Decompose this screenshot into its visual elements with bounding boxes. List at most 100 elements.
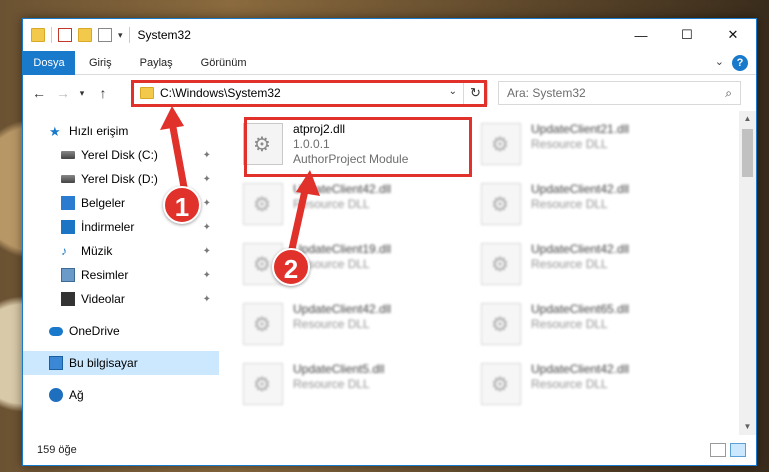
dll-file-icon xyxy=(243,183,283,225)
new-folder-icon[interactable] xyxy=(78,28,92,42)
nav-item-music[interactable]: ♪ Müzik ✦ xyxy=(23,239,219,263)
file-description: Resource DLL xyxy=(531,377,608,391)
back-icon[interactable]: ← xyxy=(31,85,47,101)
drive-icon xyxy=(61,151,75,159)
file-item[interactable]: UpdateClient42.dll Resource DLL xyxy=(481,357,711,413)
pin-icon[interactable]: ✦ xyxy=(203,270,211,281)
file-item[interactable]: UpdateClient21.dll Resource DLL xyxy=(481,117,711,173)
toolbar-separator xyxy=(51,27,52,43)
folder-icon xyxy=(31,28,45,42)
dll-file-icon xyxy=(481,243,521,285)
nav-item-pictures[interactable]: Resimler ✦ xyxy=(23,263,219,287)
address-bar-highlight xyxy=(131,80,487,107)
file-name: UpdateClient42.dll xyxy=(293,182,392,196)
nav-onedrive[interactable]: OneDrive xyxy=(23,319,219,343)
nav-item-local-disk-c[interactable]: Yerel Disk (C:) ✦ xyxy=(23,143,219,167)
toolbar-separator xyxy=(128,27,130,43)
file-name: UpdateClient42.dll xyxy=(293,302,392,316)
select-icon[interactable] xyxy=(98,28,112,42)
scroll-down-icon[interactable]: ▼ xyxy=(739,419,756,435)
tab-home[interactable]: Giriş xyxy=(75,51,126,75)
nav-item-videos[interactable]: Videolar ✦ xyxy=(23,287,219,311)
maximize-button[interactable]: ☐ xyxy=(664,19,710,51)
recent-locations-icon[interactable]: ▾ xyxy=(77,88,87,99)
network-icon xyxy=(49,388,63,402)
properties-icon[interactable] xyxy=(58,28,72,42)
nav-label: Videolar xyxy=(81,292,125,306)
dll-file-icon xyxy=(481,183,521,225)
tab-share[interactable]: Paylaş xyxy=(126,51,187,75)
nav-label: Resimler xyxy=(81,268,129,282)
file-item[interactable]: UpdateClient42.dll Resource DLL xyxy=(243,177,473,233)
large-icons-view-icon[interactable] xyxy=(730,443,746,457)
nav-label: Hızlı erişim xyxy=(69,124,129,138)
videos-icon xyxy=(61,292,75,306)
scrollbar-thumb[interactable] xyxy=(742,129,753,177)
dll-file-icon xyxy=(481,123,521,165)
pin-icon[interactable]: ✦ xyxy=(203,294,211,305)
file-description: Resource DLL xyxy=(293,377,370,391)
star-icon: ★ xyxy=(49,124,61,139)
pin-icon[interactable]: ✦ xyxy=(203,246,211,257)
ribbon-tabs: Dosya Giriş Paylaş Görünüm ⌄ ? xyxy=(23,50,756,75)
file-description: Resource DLL xyxy=(531,257,608,271)
quick-access-toolbar: ▾ xyxy=(23,27,130,43)
file-name: UpdateClient21.dll xyxy=(531,122,630,136)
details-view-icon[interactable] xyxy=(710,443,726,457)
search-placeholder: Ara: System32 xyxy=(507,86,586,100)
up-icon[interactable]: ↑ xyxy=(95,85,111,101)
nav-label: Yerel Disk (C:) xyxy=(81,148,158,162)
tab-view[interactable]: Görünüm xyxy=(187,51,261,75)
window-title: System32 xyxy=(137,28,191,42)
file-highlight xyxy=(244,117,472,177)
dll-file-icon xyxy=(481,363,521,405)
close-button[interactable]: ✕ xyxy=(710,19,756,51)
drive-icon xyxy=(61,175,75,183)
pictures-icon xyxy=(61,268,75,282)
documents-icon xyxy=(61,196,75,210)
nav-network[interactable]: Ağ xyxy=(23,383,219,407)
customize-toolbar-caret-icon[interactable]: ▾ xyxy=(118,30,123,41)
scroll-up-icon[interactable]: ▲ xyxy=(739,111,756,127)
pin-icon[interactable]: ✦ xyxy=(203,222,211,233)
file-name: UpdateClient5.dll xyxy=(293,362,385,376)
nav-label: Ağ xyxy=(69,388,84,402)
computer-icon xyxy=(49,356,63,370)
file-item[interactable]: UpdateClient5.dll Resource DLL xyxy=(243,357,473,413)
nav-this-pc[interactable]: Bu bilgisayar xyxy=(23,351,219,375)
step-badge-2: 2 xyxy=(272,248,310,286)
pin-icon[interactable]: ✦ xyxy=(203,150,211,161)
step-badge-1: 1 xyxy=(163,186,201,224)
file-item[interactable]: UpdateClient42.dll Resource DLL xyxy=(481,177,711,233)
file-name: UpdateClient19.dll xyxy=(293,242,392,256)
forward-icon[interactable]: → xyxy=(55,85,71,101)
file-item[interactable]: UpdateClient65.dll Resource DLL xyxy=(481,297,711,353)
dll-file-icon xyxy=(243,363,283,405)
pin-icon[interactable]: ✦ xyxy=(203,198,211,209)
file-item[interactable]: UpdateClient42.dll Resource DLL xyxy=(481,237,711,293)
nav-label: OneDrive xyxy=(69,324,120,338)
nav-quick-access[interactable]: ★ Hızlı erişim xyxy=(23,119,219,143)
file-name: UpdateClient42.dll xyxy=(531,242,630,256)
file-description: Resource DLL xyxy=(293,317,370,331)
search-icon[interactable]: ⌕ xyxy=(725,86,732,101)
cloud-icon xyxy=(49,326,63,336)
file-description: Resource DLL xyxy=(531,317,608,331)
expand-ribbon-icon[interactable]: ⌄ xyxy=(715,55,724,68)
nav-label: Belgeler xyxy=(81,196,126,210)
nav-label: İndirmeler xyxy=(81,220,135,234)
pin-icon[interactable]: ✦ xyxy=(203,174,211,185)
minimize-button[interactable]: — xyxy=(618,19,664,51)
music-icon: ♪ xyxy=(61,244,67,258)
tab-file[interactable]: Dosya xyxy=(23,50,75,75)
file-item[interactable]: UpdateClient42.dll Resource DLL xyxy=(243,297,473,353)
file-description: Resource DLL xyxy=(531,197,608,211)
vertical-scrollbar[interactable]: ▲ ▼ xyxy=(739,111,756,435)
view-switcher xyxy=(710,443,746,457)
help-button[interactable]: ? xyxy=(732,55,748,71)
status-bar: 159 öğe xyxy=(23,435,756,465)
search-input[interactable]: Ara: System32 ⌕ xyxy=(498,81,741,105)
nav-label: Yerel Disk (D:) xyxy=(81,172,158,186)
nav-label: Bu bilgisayar xyxy=(69,356,138,370)
item-count: 159 öğe xyxy=(37,444,77,456)
